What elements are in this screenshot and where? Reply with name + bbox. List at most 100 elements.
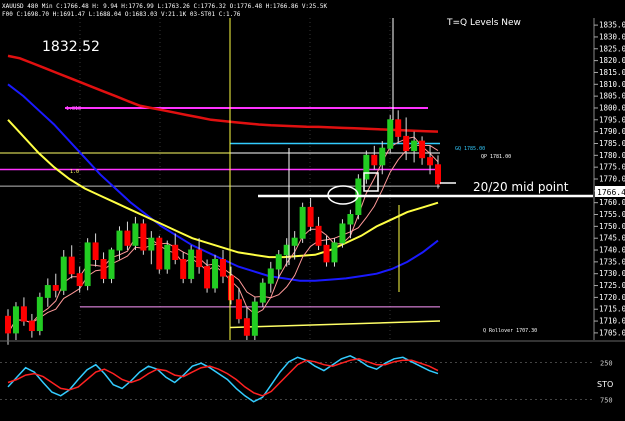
candle-body	[44, 285, 51, 298]
y-tick-label: 1755.0	[599, 210, 625, 219]
candle-body	[299, 206, 306, 239]
y-tick-label: 1715.0	[599, 305, 625, 314]
y-tick-label: 1805.0	[599, 92, 625, 101]
symbol-header-line2: F00 C:1698.70 H:1691.47 L:1688.04 O:1683…	[2, 11, 241, 18]
stochastic-k-line	[7, 354, 439, 403]
candle-body	[387, 119, 394, 149]
y-tick-label: 1735.0	[599, 257, 625, 266]
candle-body	[395, 119, 402, 137]
candle-body	[243, 318, 250, 336]
stochastic-lines	[7, 354, 439, 403]
candle-body	[235, 299, 242, 320]
candle-body	[156, 237, 163, 270]
moving-average-line	[7, 54, 439, 133]
candle-body	[275, 254, 282, 270]
candle-body	[5, 315, 11, 334]
candle-body	[36, 296, 43, 332]
y-tick-label: 1785.0	[599, 139, 625, 148]
chart-canvas: XAUUSD 480 Min C:1766.48 H: 9.94 H:1776.…	[0, 3, 625, 405]
candle-body	[427, 157, 434, 166]
y-tick-label: 1830.0	[599, 32, 625, 41]
candle-body	[172, 244, 179, 260]
current-price-label: 1766.4	[597, 188, 625, 197]
big-price-annotation: 1832.52	[42, 39, 100, 55]
candle-body	[196, 249, 203, 268]
y-tick-label: 1815.0	[599, 68, 625, 77]
candle-body	[20, 306, 27, 322]
candle-body	[379, 147, 386, 166]
rollover-label: Q Rollover 1707.30	[483, 328, 537, 334]
candle-body	[28, 320, 35, 332]
y-tick-label: 1775.0	[599, 163, 625, 172]
candle-body	[347, 214, 354, 225]
candle-body	[339, 223, 346, 244]
y-tick-label: 1740.0	[599, 246, 625, 255]
candle-body	[435, 164, 441, 185]
candle-body	[140, 223, 147, 251]
y-tick-label: 1720.0	[599, 293, 625, 302]
candle-body	[188, 249, 195, 279]
candle-body	[116, 230, 123, 251]
stochastic-tick-label: 250	[600, 360, 613, 368]
candle-body	[212, 259, 219, 289]
candle-body	[331, 242, 338, 263]
candle-body	[259, 282, 266, 303]
candle-body	[60, 256, 67, 291]
candle-body	[251, 301, 258, 336]
y-tick-label: 1790.0	[599, 127, 625, 136]
candle-body	[411, 140, 418, 152]
y-tick-label: 1825.0	[599, 44, 625, 53]
candle-body	[52, 285, 59, 291]
y-tick-label: 1705.0	[599, 328, 625, 337]
candle-body	[227, 275, 234, 301]
candle-body	[220, 259, 226, 277]
mid-point-annotation: 20/20 mid point	[473, 180, 569, 194]
candle-body	[100, 259, 107, 279]
vertical-grid	[79, 18, 391, 340]
level-line-rollover	[229, 320, 441, 329]
price-axis-ticks: 1835.0 1830.0 1825.0 1820.0 1815.0 1810.0 1805…	[594, 21, 625, 337]
y-tick-label: 1710.0	[599, 317, 625, 326]
candle-body	[267, 268, 274, 284]
y-tick-label: 1750.0	[599, 222, 625, 231]
candle-body	[323, 244, 330, 263]
y-tick-label: 1795.0	[599, 115, 625, 124]
candle-body	[124, 230, 131, 246]
candle-body	[84, 242, 91, 287]
candle-body	[148, 237, 155, 251]
candle-body	[291, 237, 298, 246]
fast-average-line	[7, 136, 439, 334]
candle-body	[180, 259, 187, 279]
chart-title-annotation: T=Q Levels New	[446, 18, 521, 28]
y-tick-label: 1800.0	[599, 103, 625, 112]
stochastic-label: STO	[597, 380, 613, 389]
y-tick-label: 1810.0	[599, 80, 625, 89]
candle-body	[315, 225, 322, 246]
candle-body	[164, 244, 171, 270]
level-qp-label: QP 1781.00	[481, 154, 511, 160]
candle-body	[76, 273, 83, 287]
candle-body	[108, 249, 115, 279]
candle-body	[283, 244, 290, 256]
y-tick-label: 1745.0	[599, 234, 625, 243]
moving-averages	[7, 54, 439, 334]
candle-body	[68, 256, 75, 275]
stochastic-tick-label: 750	[600, 397, 613, 405]
level-gq-label: GQ 1785.00	[455, 146, 485, 152]
candle-body	[371, 154, 378, 166]
y-tick-label: 1725.0	[599, 281, 625, 290]
y-tick-label: 1820.0	[599, 56, 625, 65]
candle-body	[419, 140, 426, 159]
y-tick-label: 1770.0	[599, 175, 625, 184]
candle-body	[92, 242, 99, 260]
candle-body	[403, 135, 410, 152]
level-lines	[0, 106, 441, 329]
candle-body	[307, 206, 314, 227]
candle-body	[132, 223, 139, 246]
level-1818-label: 1.818	[66, 106, 81, 112]
candle-body	[204, 266, 211, 289]
candle-body	[12, 306, 19, 334]
moving-average-line	[7, 119, 439, 259]
level-small-label: 1.0	[70, 169, 79, 175]
symbol-header-line1: XAUUSD 480 Min C:1766.48 H: 9.94 H:1776.…	[2, 3, 327, 10]
